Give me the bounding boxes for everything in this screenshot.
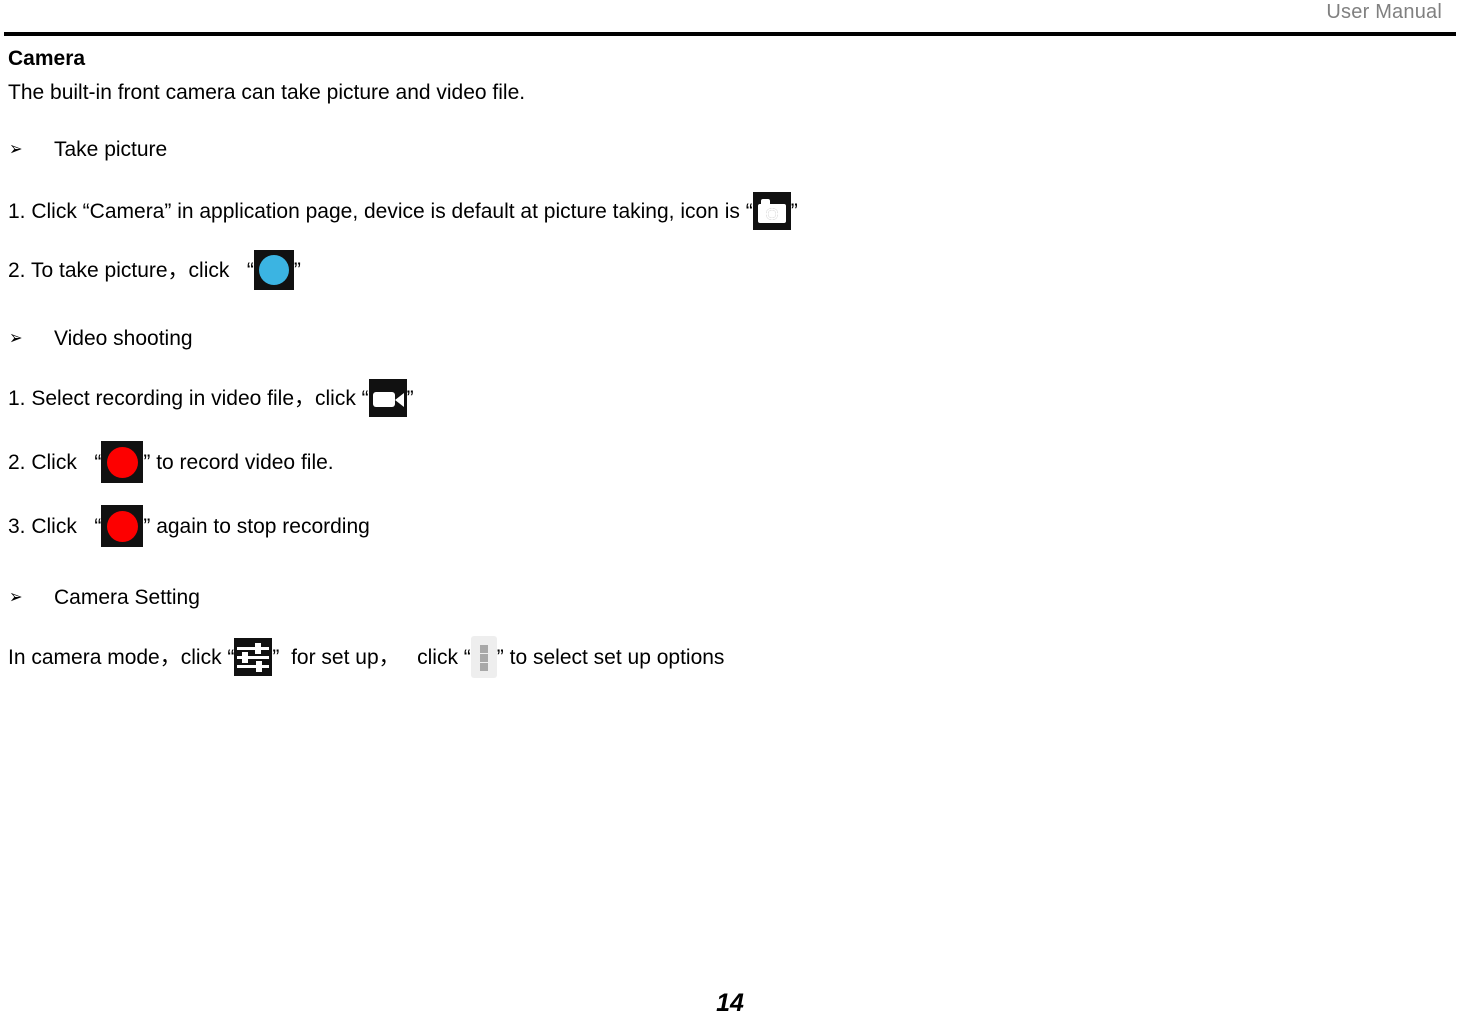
quote-open: “	[94, 450, 102, 474]
overflow-menu-icon	[470, 636, 497, 678]
bullet-camera-setting: ➢ Camera Setting	[8, 587, 1460, 608]
camcorder-lens	[394, 393, 404, 407]
step-text-suffix: again to stop recording	[150, 514, 370, 538]
header-title: User Manual	[1326, 1, 1442, 23]
bullet-video-shooting: ➢ Video shooting	[8, 328, 1460, 349]
record-circle	[106, 446, 138, 478]
bullet-label: Take picture	[54, 138, 168, 161]
quote-open: “	[463, 645, 471, 669]
record-circle	[106, 510, 138, 542]
intro-text: The built-in front camera can take pictu…	[8, 81, 526, 104]
step-text-middle: for set up， click	[279, 645, 464, 669]
quote-open: “	[94, 514, 102, 538]
step-take-picture-2: 2. To take picture，click “ ”	[8, 250, 1460, 290]
quote-open: “	[227, 645, 235, 669]
bullet-label: Camera Setting	[54, 586, 200, 609]
quote-close: ”	[143, 514, 151, 538]
quote-close: ”	[790, 199, 798, 223]
arrow-bullet-icon: ➢	[9, 327, 23, 349]
kebab-dot-2	[479, 654, 488, 662]
quote-open: “	[361, 386, 369, 410]
step-text-suffix: to select set up options	[503, 645, 725, 669]
shutter-circle	[258, 255, 289, 285]
record-button-icon	[101, 505, 144, 547]
document-content: Camera The built-in front camera can tak…	[0, 48, 1460, 678]
page-header: User Manual	[0, 0, 1460, 38]
shutter-button-icon	[253, 250, 294, 290]
quote-close: ”	[143, 450, 151, 474]
slider-track-3	[237, 665, 270, 668]
step-video-1: 1. Select recording in video file，click …	[8, 379, 1460, 417]
slider-knob-3	[256, 661, 263, 672]
step-video-2: 2. Click “ ” to record video file.	[8, 441, 1460, 483]
step-text: 3. Click	[8, 514, 95, 538]
step-video-3: 3. Click “ ” again to stop recording	[8, 505, 1460, 547]
camcorder-icon	[368, 379, 407, 417]
settings-sliders-icon	[234, 638, 273, 676]
kebab-dot-3	[479, 663, 488, 671]
header-divider	[4, 32, 1456, 36]
arrow-bullet-icon: ➢	[9, 586, 23, 608]
step-text: 1. Click “Camera” in application page, d…	[8, 199, 746, 223]
slider-knob-1	[255, 643, 262, 654]
page-number: 14	[716, 989, 744, 1017]
quote-close: ”	[272, 645, 280, 669]
record-button-icon	[101, 441, 144, 483]
camera-lens	[765, 208, 778, 220]
step-text: 2. Click	[8, 450, 95, 474]
step-text: 1. Select recording in video file，click	[8, 386, 362, 410]
step-text: In camera mode，click	[8, 645, 228, 669]
quote-close: ”	[293, 258, 301, 282]
step-text: 2. To take picture，click	[8, 258, 247, 282]
step-text-suffix: to record video file.	[150, 450, 334, 474]
bullet-label: Video shooting	[54, 327, 193, 350]
arrow-bullet-icon: ➢	[9, 138, 23, 160]
photo-camera-icon	[752, 192, 791, 230]
slider-knob-2	[242, 652, 249, 663]
camcorder-body	[372, 392, 395, 407]
bullet-take-picture: ➢ Take picture	[8, 139, 1460, 160]
step-camera-setting-1: In camera mode，click “ ” for set up， cli…	[8, 636, 1460, 678]
quote-open: “	[745, 199, 753, 223]
slider-track-1	[237, 647, 270, 650]
quote-open: “	[246, 258, 254, 282]
kebab-dot-1	[479, 645, 488, 653]
page-title: Camera	[8, 47, 86, 70]
quote-close: ”	[406, 386, 414, 410]
step-take-picture-1: 1. Click “Camera” in application page, d…	[8, 192, 1460, 230]
